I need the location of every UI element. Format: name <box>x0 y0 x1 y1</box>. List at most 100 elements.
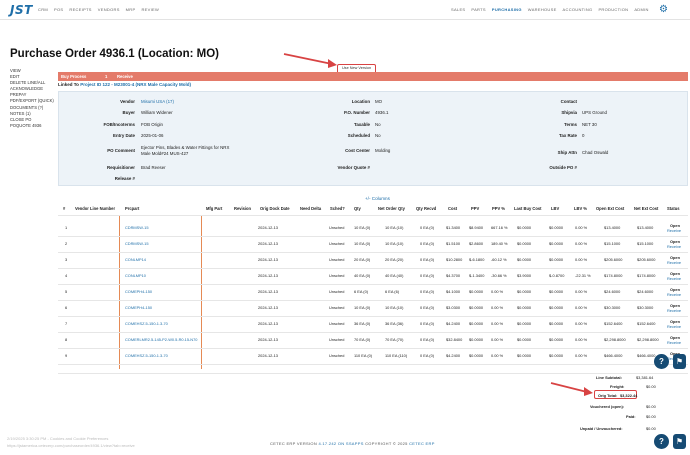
cost-value: $4.3700 <box>446 273 461 278</box>
footer-brand[interactable]: CETEC ERP <box>409 441 435 446</box>
qty-recvd-value: 0 EA (0) <box>420 353 435 358</box>
receive-link[interactable]: Receive <box>667 244 681 249</box>
receive-link[interactable]: Receive <box>667 276 681 281</box>
nav-sales[interactable]: SALES <box>451 7 465 12</box>
open-ext-cost-value: $24.6000 <box>604 289 621 294</box>
lbv-value: $0.0000 <box>549 225 564 230</box>
sched-value: Unsched <box>329 289 345 294</box>
gear-icon[interactable]: ⚙ <box>659 4 671 16</box>
net-qty-value: 110 EA (110) <box>385 353 408 358</box>
footer-copyright: COPYRIGHT © 2025 <box>365 441 408 446</box>
nav-parts[interactable]: PARTS <box>471 7 485 12</box>
jst-logo[interactable]: JST <box>10 3 33 17</box>
lbv-pct-value: 0.00 % <box>575 225 588 230</box>
help-icon[interactable]: ? <box>654 354 669 369</box>
col-header-num: # <box>63 206 66 211</box>
prcpart-link[interactable]: CONLMP14 <box>125 257 146 262</box>
prcpart-link[interactable]: COMERLMR2.5-145-P2-W0.5-R0.15-N70 <box>125 337 197 342</box>
table-row <box>58 252 688 253</box>
receive-link[interactable]: Receive <box>667 324 681 329</box>
nav-warehouse[interactable]: WAREHOUSE <box>528 7 557 12</box>
cost-value: $4.2400 <box>446 321 461 326</box>
qty-value: 110 EA (0) <box>354 353 373 358</box>
ship-attn-value: Chad Oswald <box>582 150 609 155</box>
receive-link[interactable]: Receive <box>667 260 681 265</box>
receive-link[interactable]: Receive <box>667 228 681 233</box>
last-buy-cost-value: $0.0000 <box>517 241 532 246</box>
process-receive-tab[interactable]: Receive <box>117 74 133 79</box>
dock-date: 2024-12-13 <box>258 353 278 358</box>
ppv-value: $0.0000 <box>469 289 484 294</box>
nav-vendors[interactable]: VENDORS <box>98 7 120 12</box>
toggle-columns-link[interactable]: +/- Columns <box>365 196 390 201</box>
sidebar-actions: VIEW EDIT DELETE LINE/ALL ACKNOWLEDGE PR… <box>10 68 58 129</box>
vendor-value[interactable]: Misumi USA (17) <box>141 99 174 104</box>
taxable-label: Taxable <box>353 122 370 127</box>
prcpart-link[interactable]: COMEHSZ.5-150-1.3-70 <box>125 321 168 326</box>
ppv-value: $-1.3400 <box>469 273 485 278</box>
table-row <box>58 332 688 333</box>
entry-date-value: 2025-01-06 <box>141 133 164 138</box>
prcpart-link[interactable]: CONLMP10 <box>125 273 146 278</box>
nav-receipts[interactable]: RECEIPTS <box>69 7 91 12</box>
scheduled-value: No <box>375 133 381 138</box>
lbv-value: $0.0000 <box>549 257 564 262</box>
qty-value: 10 EA (0) <box>354 305 371 310</box>
col-header-last-buy-cost: Last Buy Cost <box>514 206 542 211</box>
table-row <box>58 236 688 237</box>
process-bar: Buy Process 1 Receive <box>58 72 688 81</box>
nav-review[interactable]: REVIEW <box>141 7 159 12</box>
nav-pos[interactable]: POS <box>54 7 63 12</box>
receive-link[interactable]: Receive <box>667 292 681 297</box>
open-ext-cost-value: $2,298.8000 <box>604 337 626 342</box>
nav-crm[interactable]: CRM <box>38 7 48 12</box>
sidebar-item-pdf[interactable]: PDF/EXPORT (QUICK) <box>10 98 58 104</box>
prcpart-link[interactable]: COMEHSZ.5-150-1.3-70 <box>125 353 168 358</box>
row-num: 9 <box>65 353 68 358</box>
net-ext-cost-value: $152.6400 <box>637 321 656 326</box>
dock-date: 2024-12-13 <box>258 337 278 342</box>
open-ext-cost-value: $15.1000 <box>604 241 621 246</box>
col-header-lbv-pct: LBV % <box>574 206 587 211</box>
sidebar-item-poquote[interactable]: POQUOTE 4936 <box>10 123 58 129</box>
nav-admin[interactable]: ADMIN <box>634 7 648 12</box>
lbv-pct-value: 0.00 % <box>575 337 588 342</box>
entry-date-label: Entry Date <box>113 133 135 138</box>
process-buy-tab[interactable]: Buy Process <box>61 74 86 79</box>
nav-production[interactable]: PRODUCTION <box>598 7 628 12</box>
open-ext-cost-value: $152.6400 <box>604 321 623 326</box>
prcpart-link[interactable]: COMEPH4-150 <box>125 289 152 294</box>
prcpart-link[interactable]: CDRMSW-15 <box>125 225 149 230</box>
prcpart-link[interactable]: COMEPH4-150 <box>125 305 152 310</box>
qty-recvd-value: 0 EA (0) <box>420 225 435 230</box>
bookmark-icon[interactable]: ⚑ <box>673 434 686 449</box>
dock-date: 2024-12-13 <box>258 289 278 294</box>
cost-value: $10.2800 <box>446 257 463 262</box>
col-header-cost: Cost <box>448 206 458 211</box>
ppv-value: $8.9400 <box>469 225 484 230</box>
last-buy-cost-value: $3.9000 <box>517 273 532 278</box>
prcpart-link[interactable]: CDRMSW-15 <box>125 241 149 246</box>
receive-link[interactable]: Receive <box>667 308 681 313</box>
ppv-value: $0.0000 <box>469 321 484 326</box>
paid-label: Paid: <box>626 414 636 419</box>
col-header-sched: Sched? <box>330 206 345 211</box>
column-divider <box>201 215 202 369</box>
row-num: 3 <box>65 257 68 262</box>
help-icon[interactable]: ? <box>654 434 669 449</box>
cost-value: $3.0300 <box>446 305 461 310</box>
sched-value: Unsched <box>329 321 345 326</box>
nav-mrp[interactable]: MRP <box>126 7 136 12</box>
receive-link[interactable]: Receive <box>667 340 681 345</box>
row-num: 4 <box>65 273 68 278</box>
col-header-status: Status <box>667 206 680 211</box>
table-row <box>58 300 688 301</box>
requisitioner-label: Requisitioner <box>106 165 135 170</box>
unpaid-label: Unpaid / Unvouchered: <box>580 426 623 431</box>
footer-version[interactable]: 4.17.242 ON SSAPPS <box>318 441 363 446</box>
nav-purchasing[interactable]: PURCHASING <box>492 7 522 12</box>
project-link[interactable]: Project ID 122 - M23001-4 (NRX Male Capa… <box>80 82 191 87</box>
nav-left: CRM POS RECEIPTS VENDORS MRP REVIEW <box>38 7 159 12</box>
bookmark-icon[interactable]: ⚑ <box>673 354 686 369</box>
nav-accounting[interactable]: ACCOUNTING <box>563 7 593 12</box>
